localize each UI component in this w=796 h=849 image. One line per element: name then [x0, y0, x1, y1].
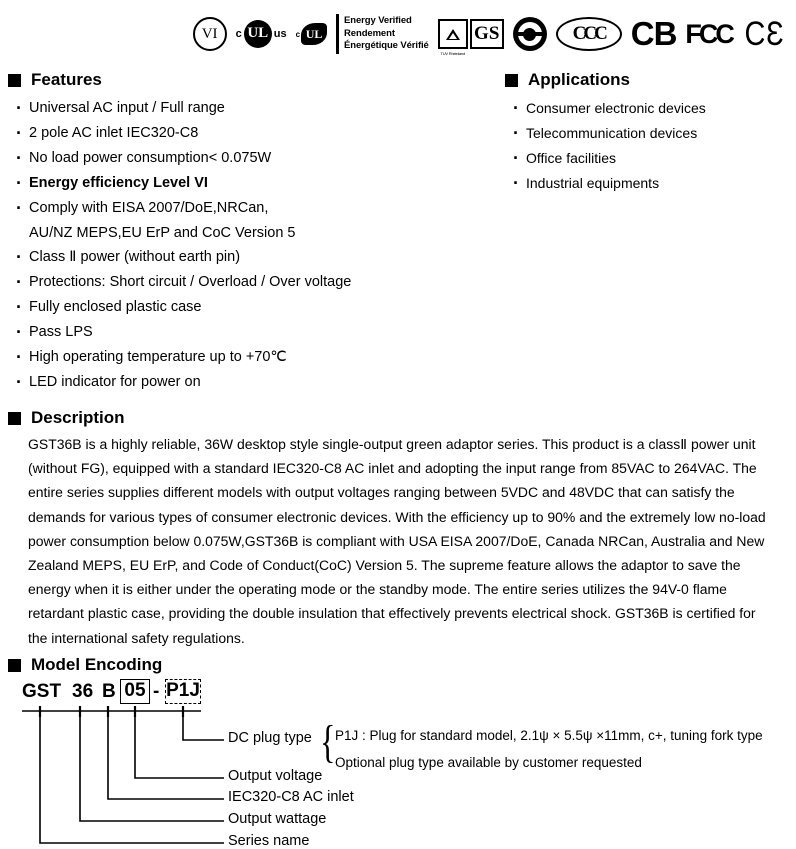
features-heading: Features — [8, 70, 488, 90]
applications-section: Applications Consumer electronic devices… — [505, 70, 795, 196]
energy-verified-text-icon: Energy Verified Rendement Énergétique Vé… — [336, 14, 429, 54]
list-item: 2 pole AC inlet IEC320-C8 — [16, 121, 488, 146]
applications-heading: Applications — [505, 70, 795, 90]
feature-text: Pass LPS — [29, 324, 93, 340]
bullet-dot-icon — [16, 121, 29, 146]
label-output-wattage: Output wattage — [228, 811, 327, 827]
square-bullet-icon — [8, 73, 21, 87]
model-encoding-heading: Model Encoding — [8, 655, 796, 675]
square-bullet-icon — [505, 73, 518, 87]
feature-text: Universal AC input / Full range — [29, 100, 225, 116]
tuv-caption: TUV Rheinland — [440, 51, 465, 56]
feature-text-continuation: AU/NZ MEPS,EU ErP and CoC Version 5 — [29, 225, 296, 241]
bullet-dot-icon — [513, 121, 526, 146]
applications-heading-label: Applications — [528, 70, 631, 89]
label-output-voltage: Output voltage — [228, 768, 323, 784]
description-heading: Description — [8, 408, 790, 428]
feature-text: High operating temperature up to +70℃ — [29, 349, 287, 365]
ul-cus-prefix: c — [235, 28, 242, 40]
ul-leaf-mark: UL — [301, 23, 328, 45]
feature-text: Fully enclosed plastic case — [29, 299, 202, 315]
bullet-dot-icon — [16, 370, 29, 395]
certification-logo-bar: VI c UL us c UL Energy Verified Rendemen… — [0, 6, 796, 62]
bullet-dot-icon — [16, 96, 29, 121]
features-list: Universal AC input / Full range 2 pole A… — [8, 96, 488, 395]
feature-text: Comply with EISA 2007/DoE,NRCan, — [29, 200, 269, 216]
square-bullet-icon — [8, 658, 21, 672]
list-item: Fully enclosed plastic case — [16, 295, 488, 320]
ul-cus-icon: c UL us — [236, 20, 287, 48]
application-text: Consumer electronic devices — [526, 100, 706, 116]
ccee-icon — [512, 17, 547, 51]
list-item: Comply with EISA 2007/DoE,NRCan, — [16, 196, 488, 221]
application-text: Office facilities — [526, 150, 616, 166]
energy-divider — [336, 14, 340, 54]
description-section: Description GST36B is a highly reliable,… — [8, 408, 790, 651]
bullet-dot-icon — [16, 146, 29, 171]
feature-text: No load power consumption< 0.075W — [29, 150, 272, 166]
feature-text: Energy efficiency Level VI — [29, 175, 208, 191]
list-item: Industrial equipments — [513, 171, 795, 196]
list-item: Energy efficiency Level VI — [16, 171, 488, 196]
list-item: Pass LPS — [16, 320, 488, 345]
model-encoding-heading-label: Model Encoding — [31, 655, 163, 674]
list-item: No load power consumption< 0.075W — [16, 146, 488, 171]
list-item: High operating temperature up to +70℃ — [16, 345, 488, 370]
list-item: Universal AC input / Full range — [16, 96, 488, 121]
bullet-dot-icon — [16, 196, 29, 221]
bullet-dot-icon — [16, 320, 29, 345]
bullet-dot-icon — [16, 171, 29, 196]
tuv-gs-icon: TUV Rheinland GS — [437, 19, 504, 56]
bullet-dot-icon — [16, 270, 29, 295]
fcc-icon: FCC — [685, 18, 734, 49]
square-bullet-icon — [8, 411, 21, 425]
features-heading-label: Features — [31, 70, 102, 89]
cb-icon: CB — [630, 15, 678, 52]
plug-options-brace: { — [320, 716, 336, 767]
bullet-dot-icon — [16, 295, 29, 320]
bullet-dot-icon — [513, 171, 526, 196]
application-text: Industrial equipments — [526, 175, 660, 191]
model-encoding-section: Model Encoding GST 36 B 05 - P1J DC plug… — [8, 655, 796, 849]
description-heading-label: Description — [31, 408, 125, 427]
description-paragraph: GST36B is a highly reliable, 36W desktop… — [28, 437, 766, 647]
label-dc-plug-type: DC plug type — [228, 730, 312, 746]
bullet-dot-icon — [16, 345, 29, 370]
bullet-dot-icon — [513, 146, 526, 171]
list-item: Telecommunication devices — [513, 121, 795, 146]
feature-text: LED indicator for power on — [29, 374, 201, 390]
application-text: Telecommunication devices — [526, 125, 698, 141]
label-ac-inlet: IEC320-C8 AC inlet — [228, 789, 354, 805]
energy-line-1: Energy Verified — [344, 15, 412, 27]
model-encoding-diagram: GST 36 B 05 - P1J DC plug type Output vo… — [8, 679, 796, 849]
ul-mark-circle: UL — [243, 20, 272, 48]
energy-line-2: Rendement — [344, 27, 395, 39]
applications-list: Consumer electronic devices Telecommunic… — [505, 96, 795, 196]
ce-icon: CƐ — [744, 14, 785, 53]
list-item: Consumer electronic devices — [513, 96, 795, 121]
gs-mark-box: GS — [469, 19, 504, 49]
list-item: Office facilities — [513, 146, 795, 171]
bullet-dot-icon — [513, 96, 526, 121]
ul-leaf-prefix: c — [295, 29, 301, 39]
list-item: LED indicator for power on — [16, 370, 488, 395]
list-item: Protections: Short circuit / Overload / … — [16, 270, 488, 295]
tuv-triangle — [445, 28, 460, 40]
list-item: Class Ⅱ power (without earth pin) — [16, 245, 488, 270]
energy-line-3: Énergétique Vérifié — [344, 40, 429, 52]
plug-option-standard: P1J : Plug for standard model, 2.1ψ × 5.… — [335, 728, 763, 743]
ul-cus-suffix: us — [273, 28, 287, 40]
energy-level-vi-icon: VI — [192, 17, 227, 51]
ccc-icon: CCC — [555, 17, 622, 51]
tuv-rheinland-box: TUV Rheinland — [437, 19, 468, 56]
feature-text: 2 pole AC inlet IEC320-C8 — [29, 125, 199, 141]
bullet-dot-icon — [16, 245, 29, 270]
feature-text: Protections: Short circuit / Overload / … — [29, 274, 352, 290]
plug-option-custom: Optional plug type available by customer… — [335, 755, 642, 770]
features-section: Features Universal AC input / Full range… — [8, 70, 488, 395]
feature-text: Class Ⅱ power (without earth pin) — [29, 249, 241, 265]
ul-energy-verified-icon: c UL — [295, 23, 328, 45]
